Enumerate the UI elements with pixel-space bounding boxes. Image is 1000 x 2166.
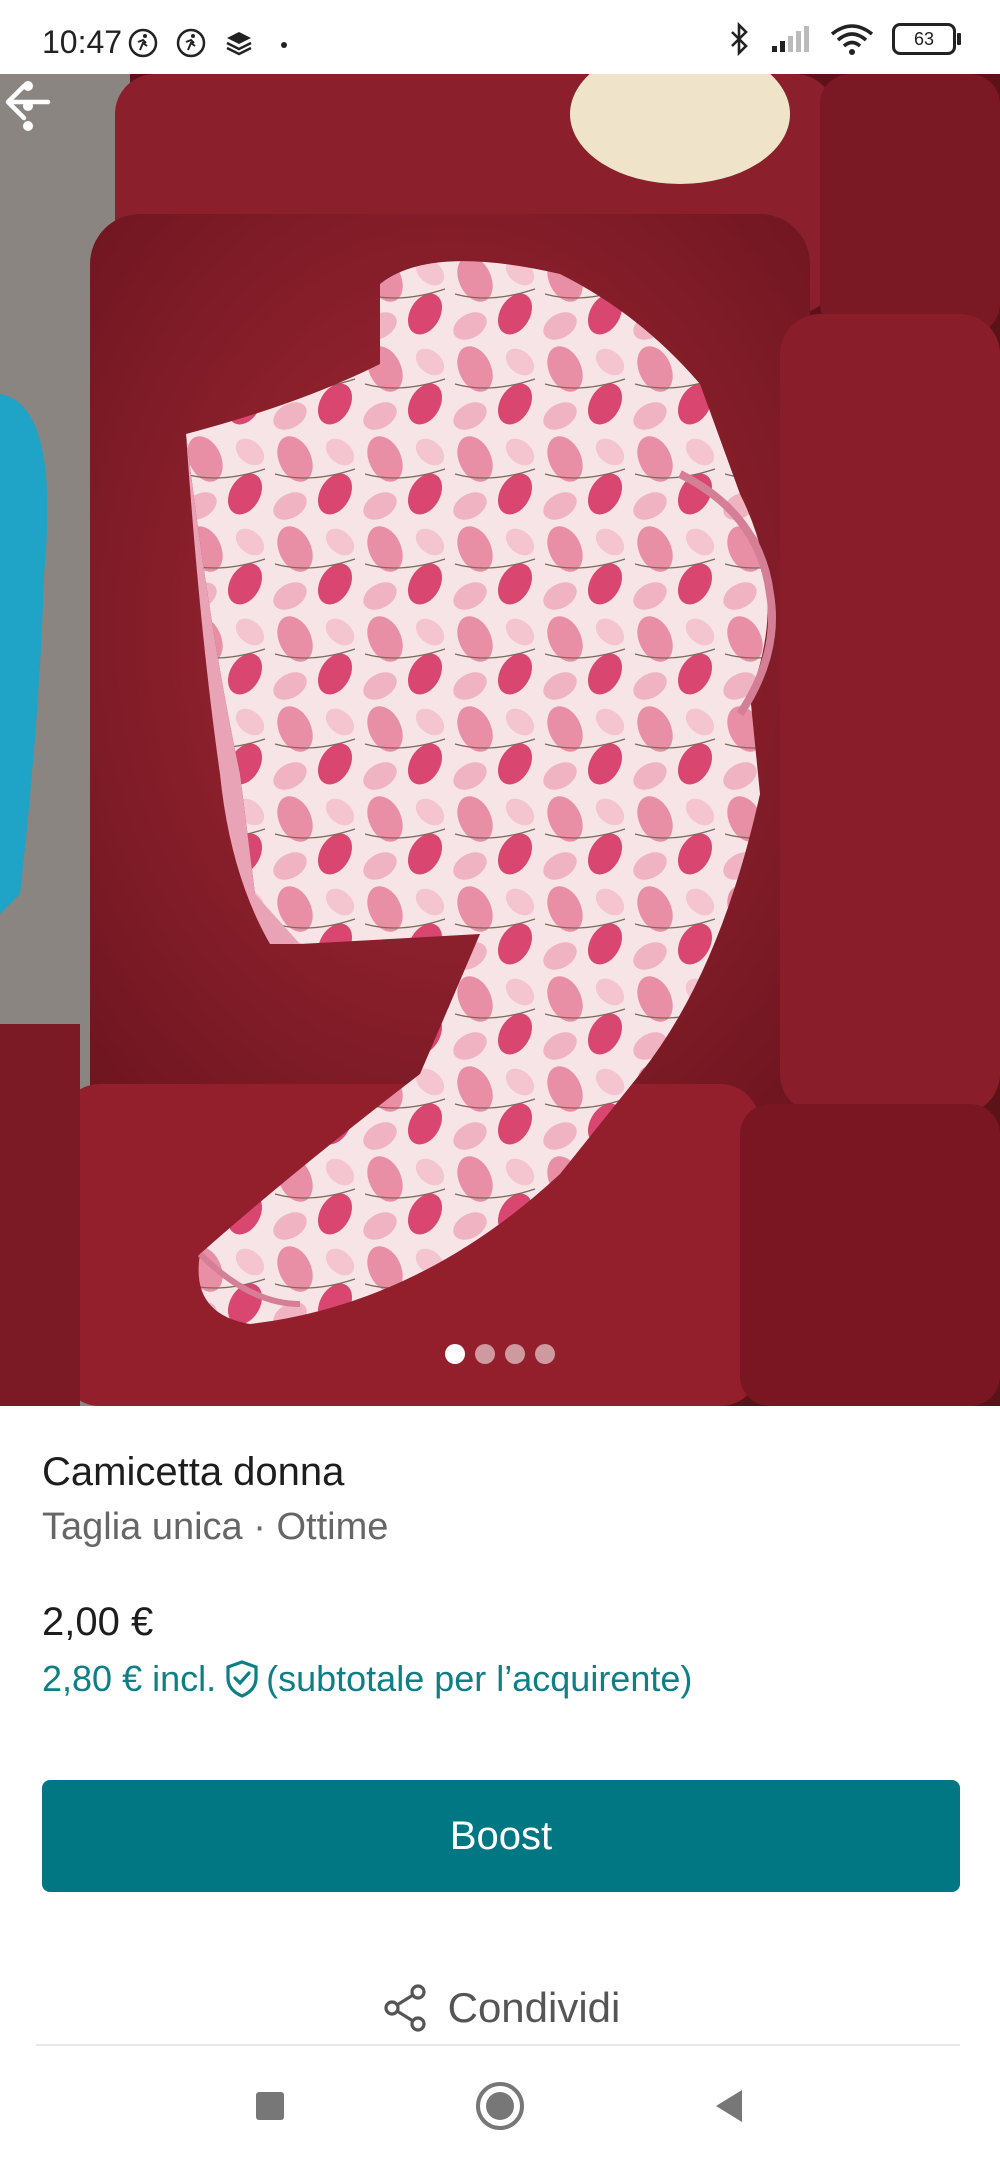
bluetooth-icon xyxy=(731,22,748,56)
wifi-icon xyxy=(830,24,874,55)
buyer-protection-price[interactable]: 2,80 € incl. (subtotale per l’acquirente… xyxy=(42,1658,692,1700)
item-photo-image xyxy=(0,74,1000,1406)
status-bar: 10:47 63 xyxy=(0,0,1000,74)
back-triangle-icon[interactable] xyxy=(702,2078,758,2134)
pagination-dot-active[interactable] xyxy=(445,1344,465,1364)
share-button[interactable]: Condividi xyxy=(0,1980,1000,2036)
status-time: 10:47 xyxy=(42,24,123,60)
pagination-dot[interactable] xyxy=(475,1344,495,1364)
system-nav-bar xyxy=(0,2046,1000,2166)
pagination-dot[interactable] xyxy=(535,1344,555,1364)
dot-icon xyxy=(281,42,287,48)
more-vert-icon[interactable] xyxy=(0,74,56,138)
price-note: (subtotale per l’acquirente) xyxy=(266,1658,693,1699)
share-icon xyxy=(384,1984,426,2032)
shield-check-icon xyxy=(226,1660,258,1698)
price-incl-label: 2,80 € incl. xyxy=(42,1658,217,1699)
recents-square-icon[interactable] xyxy=(242,2078,298,2134)
item-title: Camicetta donna xyxy=(42,1450,345,1494)
item-price: 2,00 € xyxy=(42,1600,154,1644)
boost-button[interactable]: Boost xyxy=(42,1780,960,1892)
home-circle-icon[interactable] xyxy=(472,2078,528,2134)
photo-pagination xyxy=(0,1344,1000,1364)
battery-level: 63 xyxy=(913,29,935,49)
item-subtitle: Taglia unica · Ottime xyxy=(42,1506,389,1548)
item-photo[interactable] xyxy=(0,74,1000,1406)
stack-icon xyxy=(226,32,252,56)
running-icon xyxy=(176,28,206,58)
status-right: 63 xyxy=(728,22,961,56)
pagination-dot[interactable] xyxy=(505,1344,525,1364)
signal-icon xyxy=(772,26,809,52)
battery-icon: 63 xyxy=(892,23,961,55)
running-icon xyxy=(128,28,158,58)
share-label: Condividi xyxy=(447,1984,621,2031)
